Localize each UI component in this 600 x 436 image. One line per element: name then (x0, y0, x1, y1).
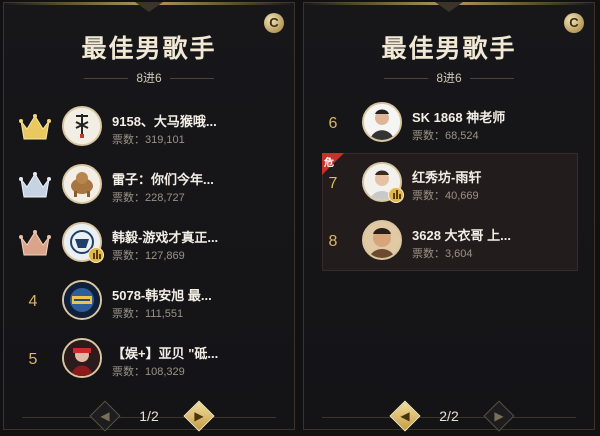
ranking-panel-page-2: C 最佳男歌手 8进6 危 6 SK 1868 神老师 票数：68,524 7 … (303, 2, 595, 432)
entrant-name: 5078-韩安旭 最... (112, 288, 212, 303)
page-indicator: 2/2 (439, 408, 459, 424)
rank-number: 7 (328, 175, 338, 192)
panel-top-notch (135, 2, 163, 12)
vote-count: 票数：228,727 (112, 189, 185, 205)
avatar[interactable] (62, 280, 102, 320)
avatar-image (64, 282, 100, 318)
vote-count: 票数：108,329 (112, 363, 185, 379)
avatar-image (64, 340, 100, 376)
vote-value: 40,669 (445, 190, 479, 202)
round-indicator: 8进6 (4, 71, 294, 85)
avatar-image (364, 104, 400, 140)
ranking-row[interactable]: 7 红秀坊-雨轩 票数：40,669 (304, 157, 594, 211)
ranking-row[interactable]: 9158、大马猴哦... 票数：319,101 (4, 101, 294, 155)
pagination: ◀ 1/2 ▶ (4, 400, 294, 432)
vote-label: 票数： (112, 192, 145, 204)
entrant-name: 9158、大马猴哦... (112, 114, 217, 129)
avatar[interactable] (62, 164, 102, 204)
vote-label: 票数： (412, 130, 445, 142)
rank-number: 8 (328, 233, 338, 250)
vote-count: 票数：68,524 (412, 127, 479, 143)
vote-value: 127,869 (145, 250, 185, 262)
chevron-right-icon: ▶ (494, 409, 504, 423)
panel-title: 最佳男歌手 (381, 34, 517, 63)
ranking-panel-page-1: C 最佳男歌手 8进6 9158、大马猴哦... 票数：319,101 雷子：你… (3, 2, 295, 432)
vote-label: 票数： (112, 366, 145, 378)
ranking-row[interactable]: 6 SK 1868 神老师 票数：68,524 (304, 97, 594, 151)
vote-count: 票数：40,669 (412, 187, 479, 203)
divider (470, 78, 514, 79)
divider (170, 78, 214, 79)
round-indicator: 8进6 (304, 71, 594, 85)
ranking-row[interactable]: 5 【娱+】亚贝 "砥... 票数：108,329 (4, 333, 294, 387)
vote-label: 票数： (112, 308, 145, 320)
leaderboard-stage: C 最佳男歌手 8进6 9158、大马猴哦... 票数：319,101 雷子：你… (0, 0, 600, 436)
gold-crown-icon (19, 114, 51, 140)
vote-count: 票数：319,101 (112, 131, 185, 147)
vote-count: 票数：127,869 (112, 247, 185, 263)
rank-number: 4 (28, 293, 38, 310)
vote-value: 228,727 (145, 192, 185, 204)
panel-top-notch (435, 2, 463, 12)
avatar[interactable] (362, 220, 402, 260)
panel-title: 最佳男歌手 (81, 34, 217, 63)
pagination: ◀ 2/2 ▶ (304, 400, 594, 432)
chevron-right-icon: ▶ (194, 409, 204, 423)
live-badge-icon (88, 247, 104, 263)
vote-value: 319,101 (145, 134, 185, 146)
vote-label: 票数： (412, 248, 445, 260)
vote-label: 票数： (412, 190, 445, 202)
avatar[interactable] (62, 106, 102, 146)
vote-count: 票数：111,551 (112, 305, 183, 321)
avatar[interactable] (62, 338, 102, 378)
vote-count: 票数：3,604 (412, 245, 473, 261)
vote-value: 3,604 (445, 248, 473, 260)
entrant-name: 韩毅-游戏才真正... (112, 230, 219, 245)
round-label: 8进6 (136, 71, 162, 85)
vote-value: 68,524 (445, 130, 479, 142)
vote-value: 111,551 (145, 308, 184, 320)
ranking-row[interactable]: 4 5078-韩安旭 最... 票数：111,551 (4, 275, 294, 329)
rank-number: 6 (328, 115, 338, 132)
avatar-image (64, 108, 100, 144)
avatar-image (64, 166, 100, 202)
bronze-crown-icon (19, 230, 51, 256)
entrant-name: 红秀坊-雨轩 (412, 170, 482, 185)
page-indicator: 1/2 (139, 408, 159, 424)
silver-crown-icon (19, 172, 51, 198)
vote-label: 票数： (112, 250, 145, 262)
vote-label: 票数： (112, 134, 145, 146)
entrant-name: 【娱+】亚贝 "砥... (112, 346, 219, 361)
entrant-name: 雷子：你们今年... (112, 172, 214, 187)
rank-number: 5 (28, 351, 38, 368)
entrant-name: 3628 大衣哥 上... (412, 228, 511, 243)
live-badge-icon (388, 187, 404, 203)
avatar-image (364, 222, 400, 258)
avatar[interactable] (362, 102, 402, 142)
vote-value: 108,329 (145, 366, 185, 378)
round-label: 8进6 (436, 71, 462, 85)
entrant-name: SK 1868 神老师 (412, 110, 506, 125)
ranking-row[interactable]: 8 3628 大衣哥 上... 票数：3,604 (304, 215, 594, 269)
ranking-row[interactable]: 韩毅-游戏才真正... 票数：127,869 (4, 217, 294, 271)
ranking-row[interactable]: 雷子：你们今年... 票数：228,727 (4, 159, 294, 213)
